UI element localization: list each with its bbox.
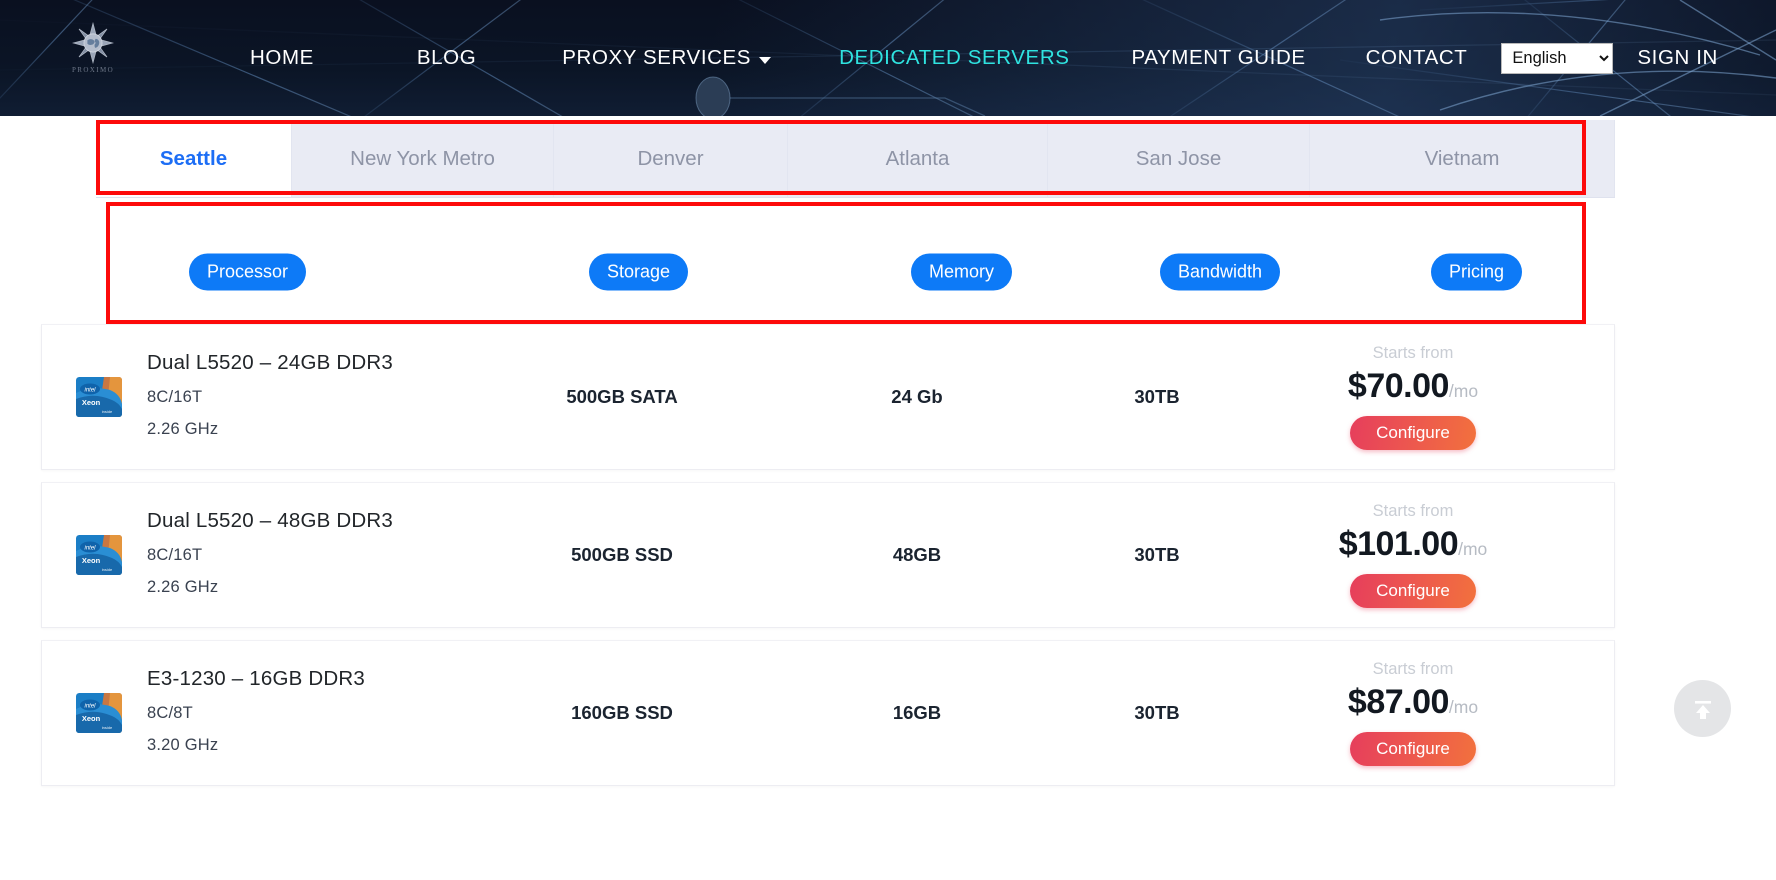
- price-line: $70.00/mo: [1298, 367, 1528, 406]
- price-line: $101.00/mo: [1298, 525, 1528, 564]
- per-month-label: /mo: [1458, 539, 1488, 559]
- server-storage: 160GB SSD: [571, 702, 673, 723]
- server-cores: 8C/16T: [147, 546, 203, 564]
- intel-xeon-icon: intel Xeon inside: [76, 377, 122, 417]
- svg-text:inside: inside: [102, 725, 113, 730]
- nav-item-blog[interactable]: BLOG: [417, 46, 476, 70]
- sign-in-link[interactable]: SIGN IN: [1637, 46, 1718, 70]
- server-cores: 8C/16T: [147, 388, 203, 406]
- server-price: $101.00: [1338, 525, 1459, 563]
- svg-text:Xeon: Xeon: [82, 398, 101, 407]
- logo-wordmark: PROXIMO: [71, 66, 115, 74]
- server-title: Dual L5520 – 48GB DDR3: [147, 509, 393, 532]
- nav-item-proxy-services[interactable]: PROXY SERVICES: [562, 46, 772, 70]
- svg-text:intel: intel: [84, 546, 96, 552]
- page-root: PROXIMO HOME BLOG PROXY SERVICES DEDICAT…: [0, 0, 1776, 880]
- location-tabs: Seattle New York Metro Denver Atlanta Sa…: [96, 120, 1615, 198]
- nav-item-dedicated-servers[interactable]: DEDICATED SERVERS: [839, 46, 1069, 70]
- nav-item-payment-guide[interactable]: PAYMENT GUIDE: [1132, 46, 1306, 70]
- chevron-down-icon: [759, 56, 772, 64]
- nav-item-home[interactable]: HOME: [250, 46, 314, 70]
- main-navigation: PROXIMO HOME BLOG PROXY SERVICES DEDICAT…: [0, 0, 1776, 116]
- server-clock: 2.26 GHz: [147, 578, 219, 596]
- server-pricing-cell: Starts from $87.00/mo Configure: [1298, 660, 1528, 766]
- tab-seattle[interactable]: Seattle: [96, 120, 292, 197]
- globe-compass-icon: [72, 22, 114, 64]
- svg-text:Xeon: Xeon: [82, 556, 101, 565]
- server-bandwidth: 30TB: [1134, 386, 1180, 407]
- per-month-label: /mo: [1448, 697, 1479, 717]
- nav-items: HOME BLOG PROXY SERVICES DEDICATED SERVE…: [250, 0, 1718, 116]
- server-bandwidth: 30TB: [1134, 544, 1180, 565]
- location-tabs-area: Seattle New York Metro Denver Atlanta Sa…: [0, 116, 1615, 200]
- cpu-badge-cell: intel Xeon inside: [76, 693, 122, 733]
- per-month-label: /mo: [1448, 381, 1479, 401]
- server-clock: 3.20 GHz: [147, 736, 219, 754]
- language-select[interactable]: English: [1501, 42, 1614, 74]
- server-bandwidth: 30TB: [1134, 702, 1180, 723]
- server-clock: 2.26 GHz: [147, 420, 219, 438]
- tab-san-jose[interactable]: San Jose: [1048, 120, 1310, 197]
- cpu-badge-cell: intel Xeon inside: [76, 535, 122, 575]
- tab-vietnam[interactable]: Vietnam: [1310, 120, 1615, 197]
- configure-button[interactable]: Configure: [1350, 574, 1476, 608]
- intel-xeon-icon: intel Xeon inside: [76, 693, 122, 733]
- server-cores: 8C/8T: [147, 704, 193, 722]
- scroll-to-top-button[interactable]: [1674, 680, 1731, 737]
- site-logo[interactable]: PROXIMO: [62, 22, 124, 84]
- site-header: PROXIMO HOME BLOG PROXY SERVICES DEDICAT…: [0, 0, 1776, 116]
- price-line: $87.00/mo: [1298, 683, 1528, 722]
- server-pricing-cell: Starts from $101.00/mo Configure: [1298, 502, 1528, 608]
- starts-from-label: Starts from: [1372, 660, 1454, 678]
- configure-button[interactable]: Configure: [1350, 416, 1476, 450]
- server-name-cell: E3-1230 – 16GB DDR3 8C/8T 3.20 GHz: [147, 667, 527, 768]
- tab-new-york-metro[interactable]: New York Metro: [292, 120, 554, 197]
- nav-item-contact[interactable]: CONTACT: [1366, 46, 1468, 70]
- server-memory: 24 Gb: [891, 386, 943, 407]
- filter-pill-storage[interactable]: Storage: [589, 253, 689, 291]
- filter-pill-pricing[interactable]: Pricing: [1431, 253, 1523, 291]
- server-pricing-cell: Starts from $70.00/mo Configure: [1298, 344, 1528, 450]
- filter-pill-processor[interactable]: Processor: [189, 253, 307, 291]
- svg-text:Xeon: Xeon: [82, 714, 101, 723]
- server-title: Dual L5520 – 24GB DDR3: [147, 351, 393, 374]
- svg-text:intel: intel: [84, 704, 96, 710]
- tab-denver[interactable]: Denver: [554, 120, 788, 197]
- server-list: intel Xeon inside Dual L5520 – 24GB DDR3…: [0, 324, 1615, 798]
- server-storage: 500GB SATA: [566, 386, 678, 407]
- tab-atlanta[interactable]: Atlanta: [788, 120, 1048, 197]
- svg-text:inside: inside: [102, 409, 113, 414]
- filter-pill-memory[interactable]: Memory: [911, 253, 1013, 291]
- configure-button[interactable]: Configure: [1350, 732, 1476, 766]
- svg-text:inside: inside: [102, 567, 113, 572]
- starts-from-label: Starts from: [1372, 502, 1454, 520]
- server-title: E3-1230 – 16GB DDR3: [147, 667, 366, 690]
- server-memory: 16GB: [892, 702, 942, 723]
- server-price: $87.00: [1347, 683, 1450, 721]
- server-name-cell: Dual L5520 – 48GB DDR3 8C/16T 2.26 GHz: [147, 509, 527, 610]
- filter-pill-bandwidth[interactable]: Bandwidth: [1160, 253, 1281, 291]
- intel-xeon-icon: intel Xeon inside: [76, 535, 122, 575]
- arrow-up-to-line-icon: [1694, 700, 1711, 719]
- server-name-cell: Dual L5520 – 24GB DDR3 8C/16T 2.26 GHz: [147, 351, 527, 452]
- server-storage: 500GB SSD: [571, 544, 673, 565]
- table-row[interactable]: intel Xeon inside Dual L5520 – 48GB DDR3…: [41, 482, 1615, 628]
- cpu-badge-cell: intel Xeon inside: [76, 377, 122, 417]
- table-row[interactable]: intel Xeon inside Dual L5520 – 24GB DDR3…: [41, 324, 1615, 470]
- starts-from-label: Starts from: [1372, 344, 1454, 362]
- svg-text:intel: intel: [84, 388, 96, 394]
- table-row[interactable]: intel Xeon inside E3-1230 – 16GB DDR3 8C…: [41, 640, 1615, 786]
- server-memory: 48GB: [892, 544, 942, 565]
- server-price: $70.00: [1347, 367, 1450, 405]
- nav-item-label: PROXY SERVICES: [562, 46, 752, 69]
